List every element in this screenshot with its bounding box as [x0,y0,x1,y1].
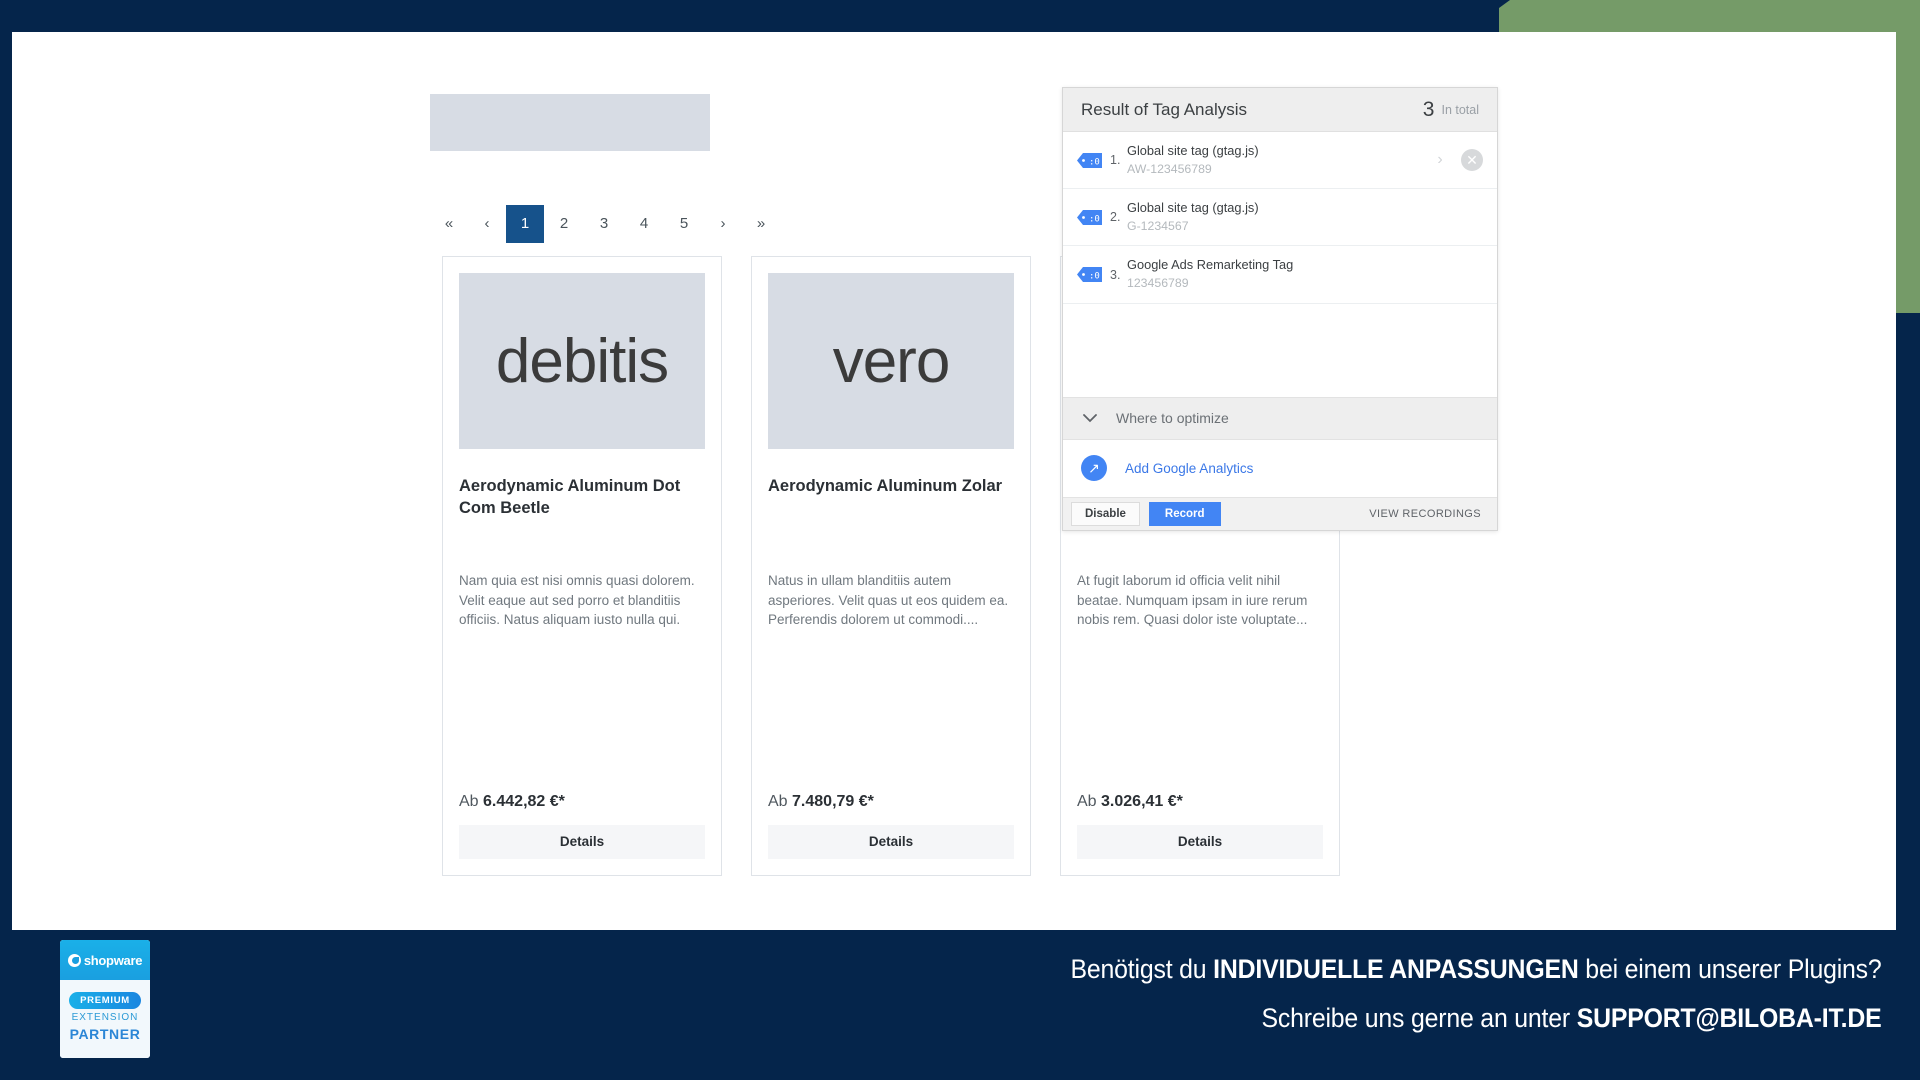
product-details-button[interactable]: Details [459,825,705,859]
where-to-optimize-row[interactable]: Where to optimize [1063,396,1497,440]
tag-list-item[interactable]: :0 1. Global site tag (gtag.js) AW-12345… [1063,132,1497,190]
product-body: Aerodynamic Aluminum Zolar Natus in ulla… [752,457,1030,875]
bottom-banner: shopware PREMIUM EXTENSION PARTNER Benöt… [0,930,1920,1080]
product-body: Aerodynamic Aluminum Dot Com Beetle Nam … [443,457,721,875]
svg-text::0: :0 [1089,271,1100,281]
badge-partner-label: PARTNER [69,1026,141,1042]
tag-list-id: 123456789 [1127,276,1189,291]
tag-list-texts: Google Ads Remarketing Tag 123456789 [1127,257,1483,291]
pagination[interactable]: « ‹ 1 2 3 4 5 › » [430,204,780,243]
product-title: Aerodynamic Aluminum Dot Com Beetle [459,477,681,518]
badge-extension-label: EXTENSION [71,1012,139,1023]
banner-text-block: Benötigst du INDIVIDUELLE ANPASSUNGEN be… [1000,956,1882,1032]
product-description: Nam quia est nisi omnis quasi dolorem. V… [459,573,695,628]
pagination-page-4[interactable]: 4 [624,204,664,243]
shopware-premium-partner-badge: shopware PREMIUM EXTENSION PARTNER [60,940,150,1058]
tag-panel-count-label: In total [1441,102,1479,117]
close-icon[interactable]: ✕ [1461,149,1483,172]
disable-button[interactable]: Disable [1071,501,1140,526]
product-price: Ab 7.480,79 €* [768,793,1014,825]
tag-panel-title: Result of Tag Analysis [1081,99,1247,119]
tag-list-name: Global site tag (gtag.js) [1127,143,1259,158]
banner-line-1: Benötigst du INDIVIDUELLE ANPASSUNGEN be… [1071,956,1882,983]
tag-list-texts: Global site tag (gtag.js) AW-123456789 [1127,143,1427,177]
content-placeholder-block [430,94,710,151]
page-canvas: « ‹ 1 2 3 4 5 › » debitis Aerodynamic Al… [12,32,1896,930]
pagination-page-3[interactable]: 3 [584,204,624,243]
page-root: « ‹ 1 2 3 4 5 › » debitis Aerodynamic Al… [0,0,1920,1080]
where-to-optimize-label: Where to optimize [1116,410,1229,427]
record-button[interactable]: Record [1148,501,1221,526]
banner-line-2: Schreibe uns gerne an unter SUPPORT@BILO… [1071,1005,1882,1032]
tag-list-empty-space [1063,303,1497,397]
badge-brand-label: shopware [83,952,143,968]
tag-panel-header: Result of Tag Analysis 3 In total [1063,88,1497,132]
pagination-first[interactable]: « [430,204,468,243]
tag-icon: :0 [1077,209,1103,226]
tag-icon: :0 [1077,152,1103,169]
chevron-right-icon[interactable]: › [1427,151,1453,169]
tag-list: :0 1. Global site tag (gtag.js) AW-12345… [1063,132,1497,397]
badge-header: shopware [60,940,150,980]
product-price-prefix: Ab [1077,793,1097,810]
banner-line-1-bold: INDIVIDUELLE ANPASSUNGEN [1213,954,1580,984]
pagination-last[interactable]: » [742,204,780,243]
pagination-next[interactable]: › [704,204,742,243]
tag-list-texts: Global site tag (gtag.js) G-1234567 [1127,200,1483,234]
product-image-label: debitis [495,326,669,396]
svg-text::0: :0 [1089,157,1100,167]
banner-line-2-pre: Schreibe uns gerne an unter [1261,1003,1578,1033]
svg-text::0: :0 [1089,214,1100,224]
tag-list-name: Google Ads Remarketing Tag [1127,257,1294,273]
tag-list-index: 3. [1110,267,1121,282]
product-description: At fugit laborum id officia velit nihil … [1077,573,1308,628]
banner-line-2-bold: SUPPORT@BILOBA-IT.DE [1577,1003,1882,1033]
product-price-value: 7.480,79 €* [792,793,874,810]
product-card[interactable]: vero Aerodynamic Aluminum Zolar Natus in… [751,256,1031,876]
tag-analysis-panel: Result of Tag Analysis 3 In total :0 1. [1062,87,1498,531]
product-price-prefix: Ab [768,793,788,810]
product-details-button[interactable]: Details [768,825,1014,859]
product-image: debitis [459,273,705,449]
tag-list-id: G-1234567 [1127,218,1189,233]
external-link-icon: ↗ [1081,455,1107,482]
product-image: vero [768,273,1014,449]
pagination-page-1[interactable]: 1 [506,204,544,243]
view-recordings-link[interactable]: VIEW RECORDINGS [1369,508,1489,520]
badge-premium-pill: PREMIUM [69,992,141,1009]
tag-panel-footer: Disable Record VIEW RECORDINGS [1063,497,1497,530]
product-image-wrap: debitis [443,257,721,457]
product-price-value: 3.026,41 €* [1101,793,1183,810]
tag-list-item[interactable]: :0 3. Google Ads Remarketing Tag 1234567… [1063,246,1497,304]
product-title: Aerodynamic Aluminum Zolar [768,477,1003,495]
tag-panel-count: 3 [1422,97,1435,121]
product-price: Ab 3.026,41 €* [1077,793,1323,825]
product-description: Natus in ullam blanditiis autem asperior… [768,573,1009,628]
pagination-page-2[interactable]: 2 [544,204,584,243]
product-price: Ab 6.442,82 €* [459,793,705,825]
product-details-button[interactable]: Details [1077,825,1323,859]
product-price-prefix: Ab [459,793,479,810]
tag-list-index: 1. [1110,153,1121,168]
add-google-analytics-row[interactable]: ↗ Add Google Analytics [1063,439,1497,498]
tag-list-item[interactable]: :0 2. Global site tag (gtag.js) G-123456… [1063,189,1497,247]
tag-list-index: 2. [1110,210,1121,225]
product-price-value: 6.442,82 €* [483,793,565,810]
product-image-wrap: vero [752,257,1030,457]
pagination-page-5[interactable]: 5 [664,204,704,243]
tag-list-id: AW-123456789 [1127,161,1212,176]
pagination-prev[interactable]: ‹ [468,204,506,243]
banner-line-1-pre: Benötigst du [1070,954,1214,984]
add-google-analytics-link[interactable]: Add Google Analytics [1125,461,1253,476]
banner-line-1-post: bei einem unserer Plugins? [1579,954,1882,984]
shopware-logo-icon [67,953,81,967]
badge-body: PREMIUM EXTENSION PARTNER [60,980,150,1058]
chevron-down-icon [1083,410,1097,427]
product-image-label: vero [832,326,951,396]
product-card[interactable]: debitis Aerodynamic Aluminum Dot Com Bee… [442,256,722,876]
tag-list-name: Global site tag (gtag.js) [1127,200,1259,216]
tag-icon: :0 [1077,266,1103,283]
